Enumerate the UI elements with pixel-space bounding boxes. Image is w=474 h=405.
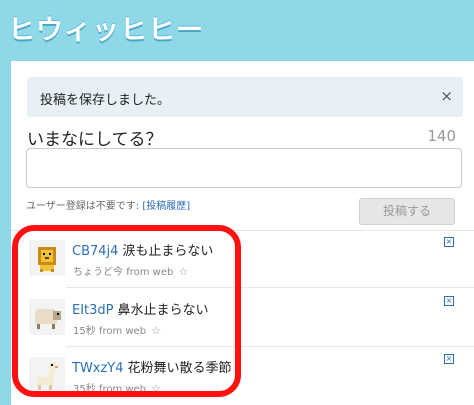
main-panel: 投稿を保存しました。 × いまなにしてる？ 140 ユーザー登録は不要です: [… xyxy=(11,61,474,405)
tweet-input[interactable] xyxy=(26,148,462,188)
tweet-text: 涙も止まらない xyxy=(122,244,214,259)
star-icon[interactable]: ☆ xyxy=(151,324,161,337)
close-icon[interactable]: × xyxy=(440,87,453,105)
star-icon[interactable]: ☆ xyxy=(178,265,188,278)
tweet-source: from web xyxy=(126,267,174,278)
tweet-source: from web xyxy=(98,384,147,395)
tweet-meta: ちょうど今 from web ☆ xyxy=(73,263,188,278)
tweet-source: from web xyxy=(98,326,147,337)
tweet-separator xyxy=(66,287,474,288)
composer-note-text: ユーザー登録は不要です: xyxy=(26,201,140,212)
sheep-avatar[interactable] xyxy=(29,299,65,335)
delete-icon[interactable]: × xyxy=(444,296,454,306)
tweet-time[interactable]: 15秒 xyxy=(73,326,96,337)
star-icon[interactable]: ☆ xyxy=(151,382,161,395)
tweet-username[interactable]: CB74j4 xyxy=(72,244,118,259)
composer-prompt: いまなにしてる？ xyxy=(27,130,163,150)
app-logo[interactable]: ヒウィッヒヒー xyxy=(8,8,204,47)
tweet-text: 鼻水止まらない xyxy=(117,303,209,318)
tweet-line: EIt3dP 鼻水止まらない xyxy=(72,299,209,318)
history-link[interactable]: [投稿履歴] xyxy=(142,201,190,212)
save-notice-text: 投稿を保存しました。 xyxy=(40,93,171,108)
alpaca-avatar[interactable] xyxy=(29,357,65,393)
lion-avatar[interactable] xyxy=(29,240,65,276)
delete-icon[interactable]: × xyxy=(444,237,454,247)
tweet-time[interactable]: 35秒 xyxy=(73,384,96,395)
delete-icon[interactable]: × xyxy=(444,354,454,364)
tweet-line: CB74j4 涙も止まらない xyxy=(72,240,213,259)
composer-note: ユーザー登録は不要です: [投稿履歴] xyxy=(26,197,190,212)
tweet-meta: 35秒 from web ☆ xyxy=(73,380,161,395)
tweet-text: 花粉舞い散る季節 xyxy=(127,361,232,376)
char-counter: 140 xyxy=(427,127,456,145)
tweet-item: EIt3dP 鼻水止まらない 15秒 from web ☆ × xyxy=(11,290,474,347)
tweet-username[interactable]: TWxzY4 xyxy=(72,361,124,376)
tweet-item: TWxzY4 花粉舞い散る季節 35秒 from web ☆ × xyxy=(11,348,474,405)
tweet-meta: 15秒 from web ☆ xyxy=(73,322,161,337)
post-button[interactable]: 投稿する xyxy=(359,198,455,225)
tweet-separator xyxy=(66,346,474,347)
tweet-line: TWxzY4 花粉舞い散る季節 xyxy=(72,357,232,376)
save-notice: 投稿を保存しました。 × xyxy=(27,77,463,117)
tweet-item: CB74j4 涙も止まらない ちょうど今 from web ☆ × xyxy=(11,231,474,288)
tweet-username[interactable]: EIt3dP xyxy=(72,303,114,318)
tweet-time[interactable]: ちょうど今 xyxy=(73,267,123,278)
